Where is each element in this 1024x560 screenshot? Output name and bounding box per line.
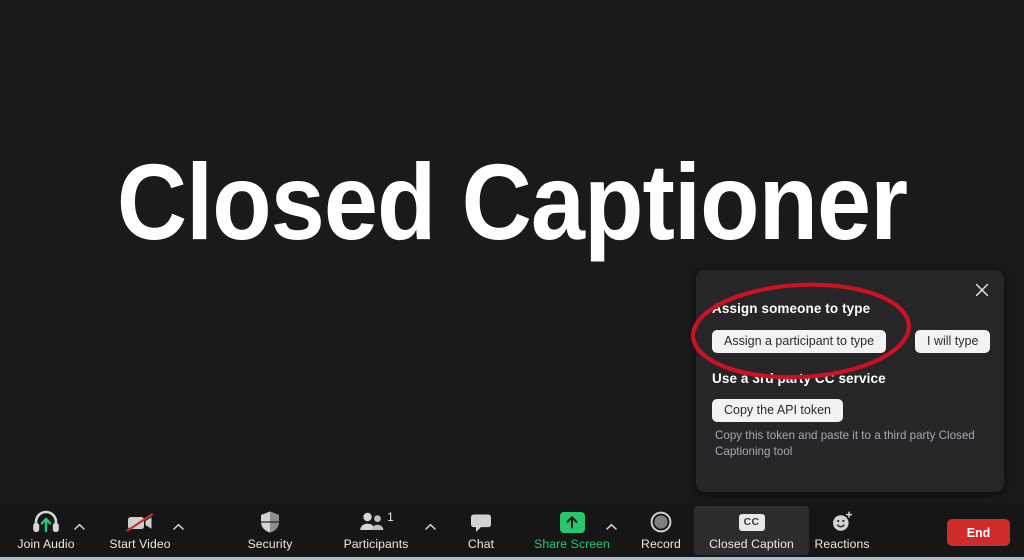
toolbar-button-closed-caption[interactable]: CC Closed Caption bbox=[694, 506, 809, 555]
people-icon: 1 bbox=[358, 510, 394, 534]
toolbar-button-reactions[interactable]: Reactions bbox=[805, 506, 879, 555]
end-meeting-button[interactable]: End bbox=[947, 519, 1010, 546]
toolbar-label-reactions: Reactions bbox=[814, 537, 870, 551]
toolbar-label-record: Record bbox=[641, 537, 681, 551]
headset-join-audio-icon bbox=[31, 510, 61, 534]
chevron-up-icon-participants-options[interactable] bbox=[423, 520, 437, 534]
chevron-up-icon-audio-options[interactable] bbox=[72, 520, 86, 534]
chevron-up-icon-video-options[interactable] bbox=[171, 520, 185, 534]
third-party-cc-service-heading: Use a 3rd party CC service bbox=[712, 371, 886, 386]
assign-a-participant-to-type-button[interactable]: Assign a participant to type bbox=[712, 330, 887, 353]
toolbar-button-share-screen[interactable]: Share Screen bbox=[534, 506, 610, 555]
record-circle-icon bbox=[649, 510, 673, 534]
toolbar-label-join-audio: Join Audio bbox=[17, 537, 75, 551]
closed-caption-panel: Assign someone to type Assign a particip… bbox=[696, 270, 1004, 492]
toolbar-button-start-video[interactable]: Start Video bbox=[103, 506, 177, 555]
camera-off-icon bbox=[124, 510, 156, 534]
assign-someone-heading: Assign someone to type bbox=[712, 301, 871, 316]
toolbar-label-closed-caption: Closed Caption bbox=[709, 537, 794, 551]
toolbar-label-participants: Participants bbox=[343, 537, 409, 551]
share-screen-up-arrow-icon bbox=[559, 510, 585, 534]
page-title: Closed Captioner bbox=[116, 141, 908, 262]
chat-bubble-icon bbox=[468, 510, 494, 534]
participants-count: 1 bbox=[387, 512, 394, 524]
toolbar-label-start-video: Start Video bbox=[109, 537, 171, 551]
shield-icon bbox=[259, 510, 281, 534]
copy-the-api-token-button[interactable]: Copy the API token bbox=[712, 399, 844, 422]
toolbar-label-security: Security bbox=[247, 537, 293, 551]
toolbar-button-security[interactable]: Security bbox=[233, 506, 307, 555]
api-token-help-text: Copy this token and paste it to a third … bbox=[715, 429, 975, 458]
i-will-type-button[interactable]: I will type bbox=[915, 330, 991, 353]
toolbar-label-share-screen: Share Screen bbox=[534, 537, 610, 551]
chevron-up-icon-share-options[interactable] bbox=[604, 520, 618, 534]
smiley-plus-icon bbox=[830, 510, 854, 534]
toolbar-button-record[interactable]: Record bbox=[624, 506, 698, 555]
toolbar-label-chat: Chat bbox=[467, 537, 495, 551]
toolbar-button-participants[interactable]: 1 Participants bbox=[339, 506, 413, 555]
meeting-toolbar: Join Audio Start Video Security 1 Partic… bbox=[0, 503, 1024, 560]
cc-icon: CC bbox=[738, 510, 765, 534]
close-icon[interactable] bbox=[969, 277, 995, 303]
toolbar-button-chat[interactable]: Chat bbox=[444, 506, 518, 555]
